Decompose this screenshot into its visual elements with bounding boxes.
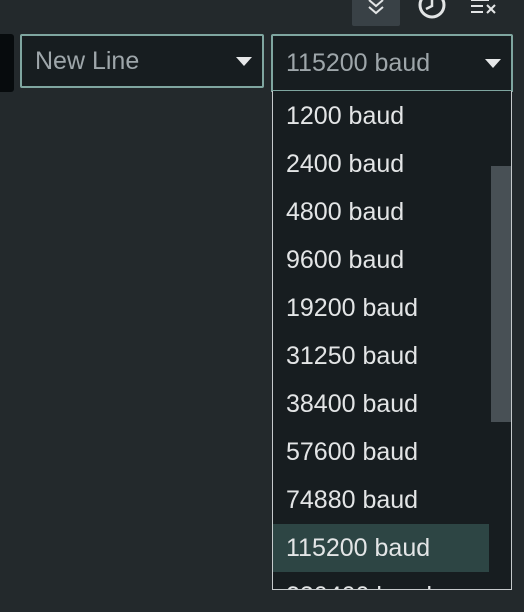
baud-option[interactable]: 38400 baud [273,380,489,428]
line-ending-value: New Line [35,46,140,75]
message-input[interactable] [0,34,14,92]
line-ending-select[interactable]: New Line [20,34,264,88]
baud-rate-dropdown: 1200 baud 2400 baud 4800 baud 9600 baud … [272,91,512,590]
caret-down-icon [236,57,252,66]
clear-list-icon [471,0,496,14]
baud-option-selected[interactable]: 115200 baud [273,524,489,572]
baud-rate-value: 115200 baud [286,48,431,77]
baud-option[interactable]: 2400 baud [273,140,489,188]
baud-rate-select[interactable]: 115200 baud [271,34,513,92]
baud-option[interactable]: 4800 baud [273,188,489,236]
baud-option[interactable]: 19200 baud [273,284,489,332]
clock-icon [418,0,446,19]
baud-option[interactable]: 1200 baud [273,92,489,140]
clear-output-button[interactable] [460,0,508,26]
autoscroll-button[interactable] [352,0,400,26]
baud-option[interactable]: 74880 baud [273,476,489,524]
timestamp-button[interactable] [408,0,456,26]
caret-down-icon [485,59,501,68]
baud-option[interactable]: 9600 baud [273,236,489,284]
double-chevron-down-icon [368,0,384,15]
baud-option[interactable]: 57600 baud [273,428,489,476]
baud-option[interactable]: 230400 baud [273,572,489,589]
baud-option[interactable]: 31250 baud [273,332,489,380]
serial-monitor-panel: New Line 115200 baud 1200 baud 2400 baud… [0,0,524,612]
dropdown-scrollbar[interactable] [491,166,511,422]
